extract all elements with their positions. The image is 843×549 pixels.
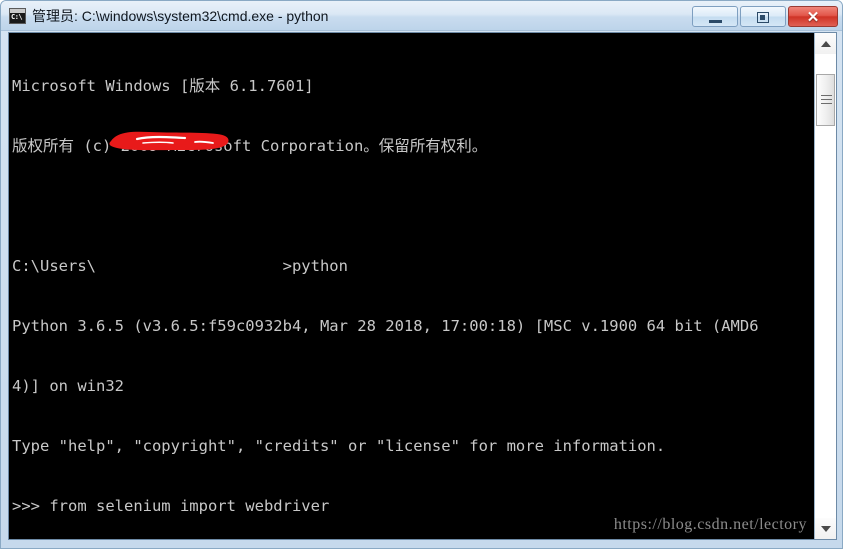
console-output: Microsoft Windows [版本 6.1.7601] 版权所有 (c)… bbox=[12, 36, 812, 539]
chevron-down-icon bbox=[820, 525, 831, 532]
console-line: Type "help", "copyright", "credits" or "… bbox=[12, 437, 666, 455]
maximize-icon-inner bbox=[760, 15, 765, 20]
maximize-restore-button[interactable] bbox=[740, 6, 786, 27]
chevron-up-icon bbox=[820, 40, 831, 47]
grip-icon bbox=[820, 95, 832, 105]
cmd-console-icon: C:\ bbox=[9, 8, 26, 24]
console-client-area: Microsoft Windows [版本 6.1.7601] 版权所有 (c)… bbox=[8, 32, 837, 540]
console-line: Microsoft Windows [版本 6.1.7601] bbox=[12, 77, 314, 95]
title-bar[interactable]: C:\ 管理员: C:\windows\system32\cmd.exe - p… bbox=[1, 1, 842, 31]
vertical-scrollbar[interactable] bbox=[814, 33, 836, 539]
console-screen[interactable]: Microsoft Windows [版本 6.1.7601] 版权所有 (c)… bbox=[9, 33, 815, 539]
scrollbar-track[interactable] bbox=[815, 54, 836, 518]
close-icon: ✕ bbox=[806, 8, 820, 26]
scrollbar-thumb[interactable] bbox=[816, 74, 835, 126]
close-button[interactable]: ✕ bbox=[788, 6, 838, 27]
scroll-down-button[interactable] bbox=[815, 518, 836, 539]
minimize-button[interactable] bbox=[692, 6, 738, 27]
console-line: >>> from selenium import webdriver bbox=[12, 497, 330, 515]
window-controls: ✕ bbox=[692, 6, 838, 27]
csdn-watermark: https://blog.csdn.net/lectory bbox=[613, 516, 807, 533]
cmd-icon-label: C:\ bbox=[11, 13, 23, 21]
cmd-window: C:\ 管理员: C:\windows\system32\cmd.exe - p… bbox=[0, 0, 843, 549]
scroll-up-button[interactable] bbox=[815, 33, 836, 54]
minimize-icon bbox=[709, 20, 722, 23]
console-line: 4)] on win32 bbox=[12, 377, 124, 395]
console-line: Python 3.6.5 (v3.6.5:f59c0932b4, Mar 28 … bbox=[12, 317, 759, 335]
console-line: 版权所有 (c) 2009 Microsoft Corporation。保留所有… bbox=[12, 137, 488, 155]
console-line-prompt-python: C:\Users\ >python bbox=[12, 257, 348, 275]
window-title: 管理员: C:\windows\system32\cmd.exe - pytho… bbox=[32, 8, 329, 24]
